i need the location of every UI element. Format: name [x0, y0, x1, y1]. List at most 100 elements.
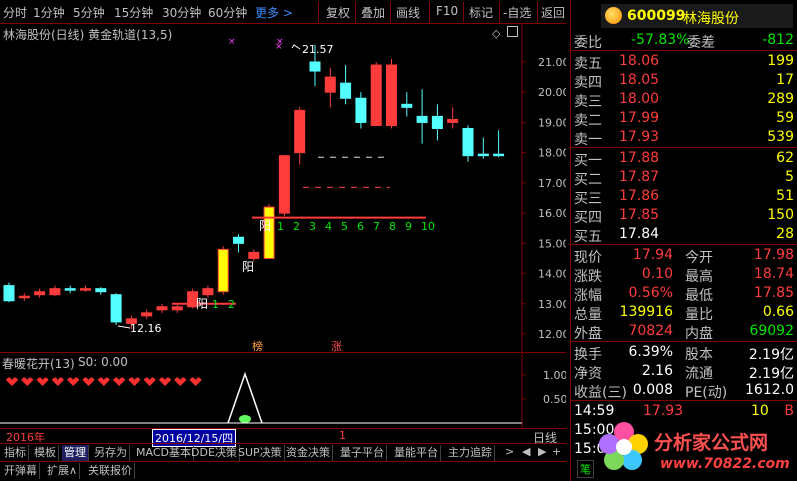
- flower-signal-icon: [51, 377, 64, 386]
- buy-volume: 150: [767, 207, 794, 223]
- fin-label: 股本: [685, 347, 713, 363]
- overlay-button[interactable]: 叠加: [361, 4, 385, 21]
- buy-label: 买一: [574, 153, 602, 169]
- tab-template[interactable]: 模板: [32, 445, 59, 461]
- count-label: 4: [325, 220, 332, 233]
- sell-label: 卖五: [574, 56, 602, 72]
- indicator-svg: 1.00 0.50: [0, 353, 566, 429]
- candle-body: [462, 127, 474, 157]
- count-label: 2: [228, 298, 235, 311]
- candle-body: [156, 306, 168, 311]
- stat-value: 0.56%: [628, 285, 673, 301]
- candle-body: [80, 288, 91, 291]
- sell-price: 18.06: [619, 53, 660, 69]
- period-tab-60min[interactable]: 60分钟: [208, 4, 247, 21]
- period-tab-fenshi[interactable]: 分时: [3, 4, 27, 21]
- stat-label: 今开: [685, 250, 713, 266]
- tab-volume-platform[interactable]: 量能平台: [392, 445, 441, 461]
- f10-button[interactable]: F10: [436, 4, 458, 18]
- tabs-scroll-right-arrow-icon[interactable]: ▶: [538, 445, 546, 458]
- fin-row: 净资 2.16 流通 2.19亿: [571, 362, 797, 382]
- kline-chart[interactable]: 林海股份(日线) 黄金轨道(13,5) ◇ 21.0020.0019.0018.…: [0, 24, 566, 352]
- period-tab-15min[interactable]: 15分钟: [114, 4, 153, 21]
- sell-volume: 539: [767, 129, 794, 145]
- sell-label: 卖一: [574, 132, 602, 148]
- flower-signal-icon: [128, 377, 141, 386]
- candle-body: [493, 153, 505, 157]
- tab-sup[interactable]: SUP决策: [236, 445, 285, 461]
- remove-watchlist-button[interactable]: -自选: [503, 4, 531, 21]
- stat-label: 量比: [685, 307, 713, 323]
- buy-volume: 5: [785, 169, 794, 185]
- buy-volume: 28: [776, 226, 794, 242]
- candle-body: [171, 306, 183, 311]
- buy-label: 买三: [574, 191, 602, 207]
- sell-row: 卖一 17.93 539: [571, 128, 797, 148]
- tab-fund[interactable]: 资金决策: [284, 445, 333, 461]
- flower-signal-icon: [174, 377, 187, 386]
- candle-body: [95, 288, 107, 293]
- tab-expand[interactable]: 扩展∧: [45, 463, 81, 479]
- mark-button[interactable]: 标记: [469, 4, 493, 21]
- stat-value: 70824: [628, 323, 673, 339]
- stat-label: 最低: [685, 288, 713, 304]
- stat-value: 0.66: [762, 304, 794, 320]
- flower-signal-icon: [159, 377, 171, 386]
- count-label: 3: [309, 220, 316, 233]
- tab-save-as[interactable]: 另存为: [92, 445, 130, 461]
- tab-quantum[interactable]: 量子平台: [338, 445, 387, 461]
- indicator-panel[interactable]: 春暖花开(13) S0: 0.00 1.00 0.50: [0, 352, 566, 429]
- tabs-scroll-left-icon[interactable]: ◀: [522, 445, 530, 458]
- sell-price: 18.00: [619, 91, 660, 107]
- buy-row: 买四 17.85 150: [571, 206, 797, 226]
- candle-body: [233, 236, 244, 244]
- tab-dde[interactable]: DDE决策: [189, 445, 240, 461]
- candle-body: [217, 248, 229, 293]
- watermark-url: www.70822.com: [660, 456, 790, 472]
- tab-related-quote[interactable]: 关联报价: [86, 463, 135, 479]
- stat-label: 总量: [574, 307, 602, 323]
- sell-label: 卖二: [574, 113, 602, 129]
- back-button[interactable]: 返回: [541, 4, 565, 21]
- more-button[interactable]: 更多 >: [255, 4, 293, 21]
- tab-macd[interactable]: MACD基本: [134, 445, 194, 461]
- fin-label: 收益(三): [574, 385, 627, 401]
- stat-value: 17.98: [753, 247, 794, 263]
- low-arrow-icon: [117, 325, 131, 329]
- toolbar-divider: [537, 2, 538, 22]
- tabs-scroll-right-icon[interactable]: >: [505, 445, 514, 458]
- price-tick-label: 19.00: [538, 116, 566, 129]
- period-toolbar: 分时 1分钟 5分钟 15分钟 30分钟 60分钟 更多 > 复权 叠加 画线 …: [0, 0, 566, 24]
- draw-line-button[interactable]: 画线: [396, 4, 420, 21]
- sell-label: 卖三: [574, 94, 602, 110]
- candle-body: [202, 288, 214, 296]
- toolbar-divider: [463, 2, 464, 22]
- candle-body: [416, 115, 428, 123]
- weibi-row: 委比 -57.83% 委差 -812: [571, 31, 797, 51]
- fuquan-button[interactable]: 复权: [326, 4, 350, 21]
- tabs-plus-icon[interactable]: +: [552, 445, 561, 458]
- high-arrow-icon: [291, 44, 301, 50]
- candle-body: [370, 64, 382, 126]
- period-tab-5min[interactable]: 5分钟: [73, 4, 105, 21]
- price-tick-label: 17.00: [538, 177, 566, 190]
- flower-signal-icon: [189, 377, 202, 386]
- period-tab-1min[interactable]: 1分钟: [33, 4, 65, 21]
- tab-manage[interactable]: 管理: [62, 445, 89, 461]
- fin-label: 换手: [574, 347, 602, 363]
- buy-label: 买五: [574, 229, 602, 245]
- buy-volume: 62: [776, 150, 794, 166]
- tab-indicator[interactable]: 指标: [2, 445, 29, 461]
- divider: [571, 341, 797, 342]
- tab-main-tracking[interactable]: 主力追踪: [446, 445, 495, 461]
- candle-body: [141, 312, 153, 317]
- indicator-tabs: 指标 模板 管理 另存为 MACD基本 DDE决策 SUP决策 资金决策 量子平…: [0, 443, 566, 461]
- extension-tabs: 开弹幕 扩展∧ 关联报价: [0, 461, 566, 481]
- toolbar-divider: [429, 2, 430, 22]
- tab-danmu[interactable]: 开弹幕: [2, 463, 40, 479]
- fin-row: 收益(三) 0.008 PE(动) 1612.0: [571, 381, 797, 401]
- tick-detail-button[interactable]: 笔: [577, 460, 594, 478]
- stat-row: 现价 17.94 今开 17.98: [571, 246, 797, 266]
- period-tab-30min[interactable]: 30分钟: [162, 4, 201, 21]
- stat-row: 总量 139916 量比 0.66: [571, 303, 797, 323]
